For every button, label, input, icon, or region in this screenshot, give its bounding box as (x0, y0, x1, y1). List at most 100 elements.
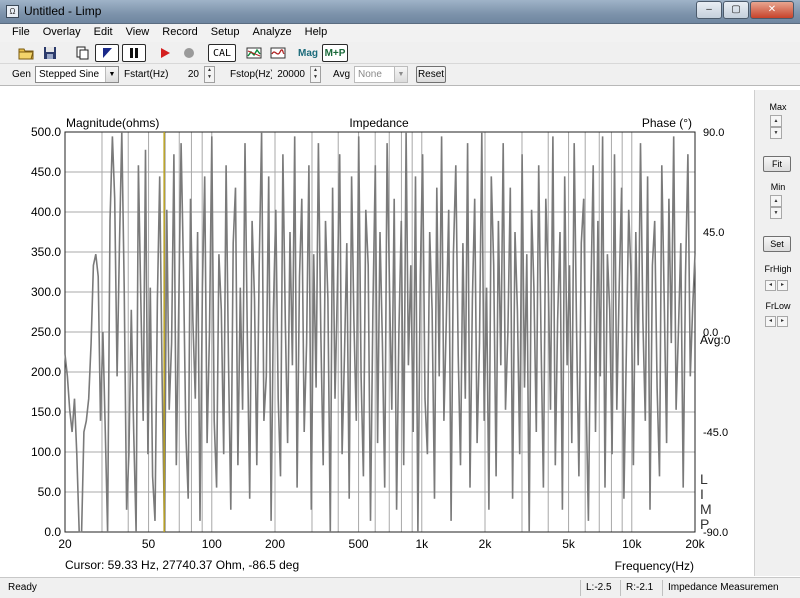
y-tick-label-left: 450.0 (31, 165, 61, 179)
overlay-icon[interactable] (244, 44, 264, 62)
status-right-level: R:-2.1 (626, 582, 654, 593)
fstart-spinner[interactable]: ▲ ▼ (204, 66, 215, 83)
frlow-label: FrLow (765, 301, 791, 311)
y-axis-label-right: Phase (°) (642, 116, 692, 130)
stop-icon[interactable] (180, 44, 198, 62)
fstop-input[interactable]: 20000 (272, 66, 308, 83)
copy-icon[interactable] (72, 44, 92, 62)
x-axis-label: Frequency(Hz) (615, 559, 694, 573)
max-down-arrow[interactable]: ▼ (770, 127, 782, 139)
y-tick-label-left: 150.0 (31, 405, 61, 419)
status-divider (662, 580, 663, 596)
x-tick-label: 2k (479, 537, 493, 551)
y-axis-label-left: Magnitude(ohms) (66, 116, 159, 130)
window-controls: ‒ ▢ ✕ (695, 1, 794, 19)
status-divider (620, 580, 621, 596)
x-tick-label: 50 (142, 537, 156, 551)
menu-record[interactable]: Record (156, 24, 204, 42)
frhigh-right-arrow[interactable]: ▸ (777, 280, 788, 291)
status-bar: Ready L:-2.5 R:-2.1 Impedance Measuremen (0, 577, 800, 598)
pause-icon[interactable] (122, 44, 146, 62)
menu-edit[interactable]: Edit (88, 24, 120, 42)
impedance-plot[interactable]: 0.0 50.0 100.0 150.0 200.0 250.0 300.0 350.0 400… (8, 90, 754, 576)
app-icon[interactable]: Ω (6, 5, 19, 18)
x-tick-label: 10k (622, 537, 642, 551)
maximize-button[interactable]: ▢ (723, 1, 749, 19)
y-tick-label-left: 50.0 (38, 485, 62, 499)
title-bar: Ω Untitled - Limp ‒ ▢ ✕ (0, 0, 800, 24)
y-tick-label-left: 500.0 (31, 125, 61, 139)
menu-overlay[interactable]: Overlay (37, 24, 88, 42)
y-tick-label-left: 400.0 (31, 205, 61, 219)
chart-title: Impedance (349, 116, 409, 130)
mag-phase-button[interactable]: M+P (322, 44, 348, 62)
menu-setup[interactable]: Setup (205, 24, 247, 42)
toolbar: CAL Mag M+P (0, 42, 800, 64)
frhigh-label: FrHigh (764, 264, 792, 274)
fstop-label: Fstop(Hz) (230, 69, 274, 80)
watermark-letter: L (700, 471, 708, 487)
close-button[interactable]: ✕ (750, 1, 794, 19)
x-tick-label: 5k (562, 537, 576, 551)
mag-button[interactable]: Mag (296, 44, 320, 62)
watermark-letter: I (700, 486, 704, 502)
menu-bar: File Overlay Edit View Record Setup Anal… (0, 24, 800, 42)
menu-help[interactable]: Help (299, 24, 335, 42)
gen-mode-select[interactable]: Stepped Sine ▼ (35, 66, 119, 83)
open-folder-icon[interactable] (16, 44, 36, 62)
y-tick-label-left: 250.0 (31, 325, 61, 339)
avg-select[interactable]: None ▼ (354, 66, 408, 83)
y-tick-label-right: 45.0 (703, 227, 724, 239)
fstop-spinner[interactable]: ▲ ▼ (310, 66, 321, 83)
max-label: Max (769, 102, 787, 112)
avg-readout: Avg:0 (700, 333, 731, 347)
status-divider (580, 580, 581, 596)
record-icon[interactable] (156, 44, 174, 62)
frlow-right-arrow[interactable]: ▸ (777, 316, 788, 327)
limp-watermark: LIMP (700, 471, 712, 532)
set-button[interactable]: Set (763, 236, 791, 252)
menu-file[interactable]: File (6, 24, 37, 42)
fstart-label: Fstart(Hz) (124, 69, 169, 80)
curve-icon[interactable] (268, 44, 288, 62)
x-tick-label: 200 (265, 537, 285, 551)
x-tick-label: 20 (58, 537, 72, 551)
play-step-icon[interactable] (95, 44, 119, 62)
save-disk-icon[interactable] (40, 44, 60, 62)
frhigh-left-arrow[interactable]: ◂ (765, 280, 776, 291)
menu-analyze[interactable]: Analyze (246, 24, 298, 42)
reset-button[interactable]: Reset (416, 66, 446, 83)
y-tick-label-left: 350.0 (31, 245, 61, 259)
watermark-letter: P (700, 516, 709, 532)
fstart-input[interactable]: 20 (168, 66, 202, 83)
y-tick-label-left: 100.0 (31, 445, 61, 459)
minimize-button[interactable]: ‒ (696, 1, 722, 19)
status-left-level: L:-2.5 (586, 582, 612, 593)
x-tick-label: 20k (685, 537, 705, 551)
min-down-arrow[interactable]: ▼ (770, 207, 782, 219)
window-title: Untitled - Limp (24, 4, 102, 18)
scale-panel: Max ▲ ▼ Fit Min ▲ ▼ Set FrHigh ◂ ▸ FrLow… (754, 90, 800, 576)
generator-bar: Gen Stepped Sine ▼ Fstart(Hz) 20 ▲ ▼ Fsto… (0, 64, 800, 86)
y-tick-label-left: 300.0 (31, 285, 61, 299)
x-tick-label: 500 (349, 537, 369, 551)
status-ready: Ready (8, 582, 37, 593)
x-tick-label: 100 (202, 537, 222, 551)
watermark-letter: M (700, 501, 712, 517)
cursor-readout: Cursor: 59.33 Hz, 27740.37 Ohm, -86.5 de… (65, 558, 299, 572)
y-tick-label-right: 90.0 (703, 127, 724, 139)
chevron-down-icon: ▼ (394, 67, 407, 82)
impedance-chart[interactable]: 0.050.0100.0150.0200.0250.0300.0350.0400… (8, 90, 754, 576)
y-tick-label-left: 200.0 (31, 365, 61, 379)
menu-view[interactable]: View (120, 24, 157, 42)
frhigh-spinner: ◂ ▸ (765, 280, 791, 291)
avg-label: Avg (333, 69, 351, 80)
max-up-arrow[interactable]: ▲ (770, 115, 782, 127)
min-label: Min (770, 182, 786, 192)
cal-button[interactable]: CAL (208, 44, 236, 62)
min-up-arrow[interactable]: ▲ (770, 195, 782, 207)
frlow-left-arrow[interactable]: ◂ (765, 316, 776, 327)
x-tick-label: 1k (415, 537, 429, 551)
fit-button[interactable]: Fit (763, 156, 791, 172)
gen-label: Gen (12, 69, 31, 80)
